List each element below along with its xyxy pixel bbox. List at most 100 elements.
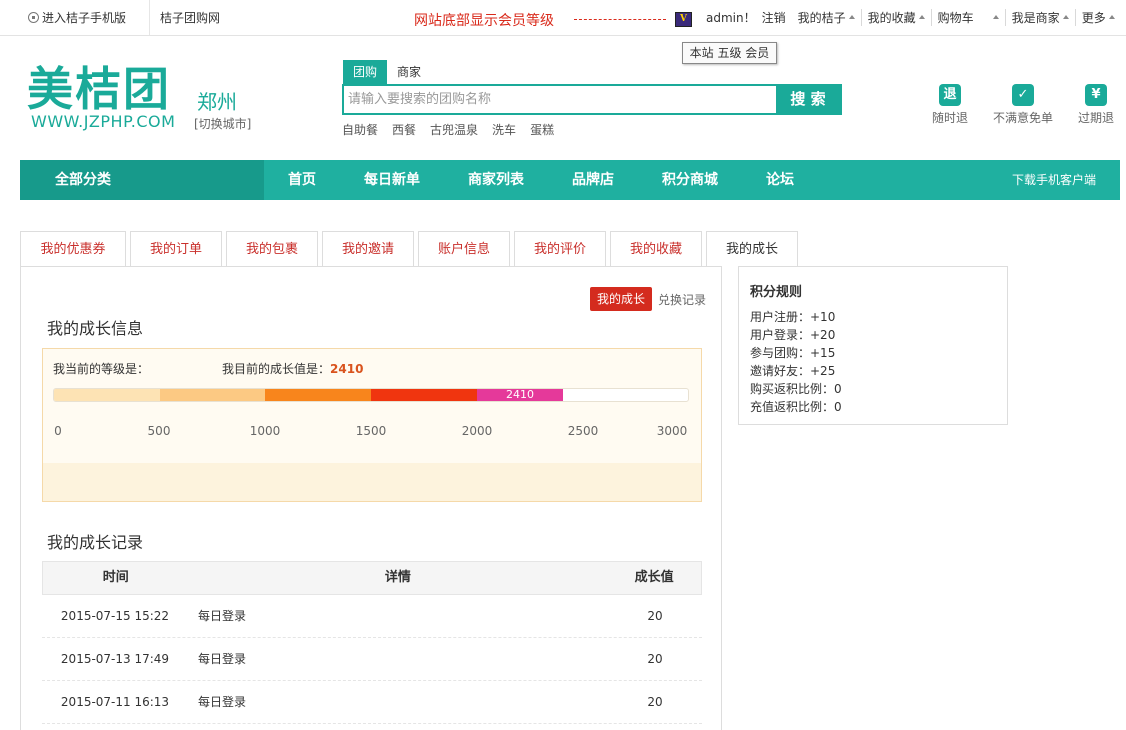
mobile-icon — [28, 12, 39, 23]
badge-label: 过期退 — [1077, 111, 1114, 125]
checkmark-icon: ✓ — [1012, 84, 1034, 106]
progress-segment — [265, 389, 371, 401]
tab-growth[interactable]: 我的成长 — [706, 231, 798, 268]
tab-orders[interactable]: 我的订单 — [130, 231, 222, 267]
record-detail: 每日登录 — [198, 695, 247, 709]
main-nav: 全部分类 首页 每日新单 商家列表 品牌店 积分商城 论坛 下载手机客户端 — [20, 160, 1120, 200]
record-growth: 20 — [647, 652, 663, 666]
hot-keyword[interactable]: 古兜温泉 — [430, 121, 478, 138]
progress-segment — [371, 389, 477, 401]
merchant-menu[interactable]: 我是商家 — [1004, 9, 1075, 26]
mobile-version-link[interactable]: 进入桔子手机版 — [0, 0, 150, 35]
search-tab-deals[interactable]: 团购 — [343, 60, 388, 84]
progress-current-value: 2410 — [476, 389, 564, 401]
tab-packages[interactable]: 我的包裹 — [226, 231, 318, 267]
annotation-dashed-line — [574, 19, 666, 20]
badge-free-if-unsatisfied[interactable]: ✓ 不满意免单 — [985, 84, 1061, 126]
record-detail: 每日登录 — [198, 609, 247, 623]
rule-line: 充值返积比例：0 — [750, 400, 842, 414]
rule-line: 参与团购：+15 — [750, 346, 836, 360]
growth-box-footer — [43, 463, 701, 501]
table-header: 时间 详情 成长值 — [42, 561, 702, 595]
my-growth-button[interactable]: 我的成长 — [590, 287, 652, 311]
table-row: 2015-07-11 16:13 每日登录 20 — [42, 681, 702, 724]
caret-up-icon — [1062, 14, 1069, 19]
hot-keyword[interactable]: 西餐 — [392, 121, 416, 138]
search-tab-merchants[interactable]: 商家 — [387, 60, 431, 84]
tab-reviews[interactable]: 我的评价 — [514, 231, 606, 267]
username[interactable]: admin！ — [700, 9, 762, 26]
annotation-text: 网站底部显示会员等级 — [414, 13, 554, 29]
all-categories-menu[interactable]: 全部分类 — [20, 160, 264, 200]
search-button[interactable]: 搜 索 — [776, 86, 840, 113]
progress-tick-label: 2500 — [567, 424, 599, 438]
member-level-tooltip: 本站 五级 会员 — [682, 42, 777, 64]
nav-merchant-list[interactable]: 商家列表 — [444, 160, 548, 200]
nav-points-mall[interactable]: 积分商城 — [638, 160, 742, 200]
caret-up-icon — [918, 14, 925, 19]
tab-account-info[interactable]: 账户信息 — [418, 231, 510, 267]
progress-segment — [54, 389, 160, 401]
top-bar-right: admin！ 注销 我的桔子 我的收藏 购物车 我是商家 更多 — [700, 0, 1121, 35]
search-type-tabs: 团购 商家 — [343, 60, 431, 84]
caret-up-icon — [848, 14, 855, 19]
progress-tick-label: 1500 — [355, 424, 387, 438]
growth-record-table: 时间 详情 成长值 2015-07-15 15:22 每日登录 20 2015-… — [42, 561, 702, 724]
rule-line: 邀请好友：+25 — [750, 364, 836, 378]
service-badges: 退 随时退 ✓ 不满意免单 ¥ 过期退 — [915, 84, 1126, 126]
nav-daily-deals[interactable]: 每日新单 — [340, 160, 444, 200]
caret-up-icon — [992, 14, 999, 19]
cart-link[interactable]: 购物车 — [930, 9, 980, 26]
badge-expired-refund[interactable]: ¥ 过期退 — [1061, 84, 1126, 126]
my-juzi-menu[interactable]: 我的桔子 — [792, 9, 861, 26]
download-app-link[interactable]: 下载手机客户端 — [1012, 160, 1096, 200]
record-growth: 20 — [647, 609, 663, 623]
record-time: 2015-07-15 15:22 — [60, 609, 170, 623]
record-time: 2015-07-13 17:49 — [60, 652, 170, 666]
nav-brand-stores[interactable]: 品牌店 — [548, 160, 638, 200]
progress-tick-label: 1000 — [249, 424, 281, 438]
site-logo[interactable]: 美桔团 WWW.JZPHP.COM — [27, 64, 175, 131]
caret-up-icon — [1108, 14, 1115, 19]
exchange-records-link[interactable]: 兑换记录 — [658, 291, 706, 308]
hot-keyword[interactable]: 自助餐 — [342, 121, 378, 138]
progress-tick-label: 0 — [54, 424, 62, 438]
tab-invitations[interactable]: 我的邀请 — [322, 231, 414, 267]
growth-info-box: 我当前的等级是： 我目前的成长值是：2410 2410 0 500 1000 1… — [42, 348, 702, 502]
refund-icon: 退 — [939, 84, 961, 106]
points-rules-box: 积分规则 用户注册：+10 用户登录：+20 参与团购：+15 邀请好友：+25… — [738, 266, 1008, 425]
tab-coupons[interactable]: 我的优惠券 — [20, 231, 126, 267]
site-name-link[interactable]: 桔子团购网 — [150, 0, 268, 35]
cart-label: 购物车 — [937, 11, 974, 25]
progress-tick-label: 3000 — [656, 424, 688, 438]
growth-value-caption: 我目前的成长值是： — [222, 362, 331, 376]
rule-line: 用户登录：+20 — [750, 328, 836, 342]
merchant-label: 我是商家 — [1011, 11, 1060, 25]
progress-tick-label: 500 — [147, 424, 171, 438]
column-header-time: 时间 — [102, 570, 129, 585]
column-header-growth: 成长值 — [634, 570, 674, 585]
record-time: 2015-07-11 16:13 — [60, 695, 170, 709]
switch-city-link[interactable]: [切换城市] — [194, 115, 251, 132]
hot-keyword[interactable]: 洗车 — [492, 121, 516, 138]
tab-favorites[interactable]: 我的收藏 — [610, 231, 702, 267]
logout-link[interactable]: 注销 — [762, 9, 792, 26]
my-favorites-label: 我的收藏 — [867, 11, 916, 25]
search-input[interactable] — [344, 86, 776, 113]
vip-level-icon[interactable]: V — [675, 12, 692, 27]
more-label: 更多 — [1081, 11, 1106, 25]
more-menu[interactable]: 更多 — [1074, 9, 1121, 26]
my-juzi-label: 我的桔子 — [797, 11, 846, 25]
hot-keyword[interactable]: 蛋糕 — [530, 121, 554, 138]
cart-menu-toggle[interactable] — [980, 14, 1005, 19]
my-favorites-menu[interactable]: 我的收藏 — [860, 9, 931, 26]
logo-url: WWW.JZPHP.COM — [31, 112, 176, 131]
nav-home[interactable]: 首页 — [264, 160, 340, 200]
badge-refund-anytime[interactable]: 退 随时退 — [915, 84, 985, 126]
growth-record-title: 我的成长记录 — [47, 533, 144, 552]
growth-value-label: 我目前的成长值是：2410 — [222, 360, 363, 377]
mobile-version-label: 进入桔子手机版 — [42, 11, 127, 25]
nav-links: 首页 每日新单 商家列表 品牌店 积分商城 论坛 — [264, 160, 818, 200]
top-bar: 进入桔子手机版 桔子团购网 网站底部显示会员等级 V admin！ 注销 我的桔… — [0, 0, 1126, 36]
nav-forum[interactable]: 论坛 — [742, 160, 818, 200]
